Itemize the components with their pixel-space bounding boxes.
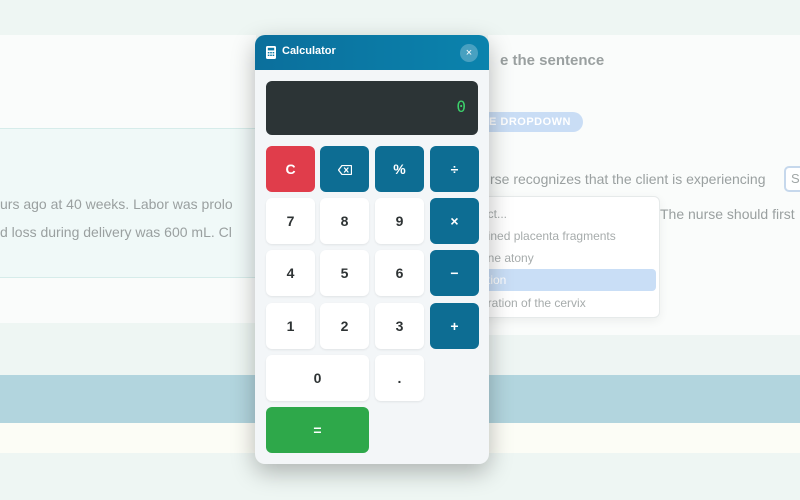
- dropdown-option[interactable]: rine atony: [471, 247, 656, 269]
- dropdown-option[interactable]: eration of the cervix: [471, 292, 656, 314]
- answer-dropdown-menu: ect... ained placenta fragments rine ato…: [470, 196, 660, 318]
- left-header-panel: [0, 35, 256, 128]
- question-type-badge: E DROPDOWN: [485, 112, 583, 132]
- divide-button[interactable]: ÷: [430, 146, 479, 192]
- dropdown-option[interactable]: ect...: [471, 203, 656, 225]
- equals-button[interactable]: =: [266, 407, 369, 453]
- dropdown-option-selected[interactable]: ction: [471, 269, 656, 291]
- display-value: 0: [456, 97, 466, 116]
- digit-1-button[interactable]: 1: [266, 303, 315, 349]
- calculator-title: Calculator: [282, 45, 336, 57]
- decimal-button[interactable]: .: [375, 355, 424, 401]
- answer-select[interactable]: S: [784, 166, 800, 192]
- question-sentence-part2: The nurse should first: [660, 206, 795, 222]
- digit-5-button[interactable]: 5: [320, 250, 369, 296]
- percent-button[interactable]: %: [375, 146, 424, 192]
- calculator-display: 0: [266, 81, 478, 135]
- clear-button[interactable]: C: [266, 146, 315, 192]
- digit-2-button[interactable]: 2: [320, 303, 369, 349]
- dropdown-option[interactable]: ained placenta fragments: [471, 225, 656, 247]
- case-passage-text: urs ago at 40 weeks. Labor was prolo d l…: [0, 190, 256, 246]
- backspace-icon: [337, 165, 352, 176]
- plus-button[interactable]: +: [430, 303, 479, 349]
- question-sentence-part1: rse recognizes that the client is experi…: [490, 171, 766, 187]
- left-panel-row: [0, 278, 256, 323]
- passage-line: urs ago at 40 weeks. Labor was prolo: [0, 196, 233, 212]
- digit-3-button[interactable]: 3: [375, 303, 424, 349]
- calculator-header[interactable]: Calculator ×: [255, 35, 489, 70]
- multiply-button[interactable]: ×: [430, 198, 479, 244]
- passage-line: d loss during delivery was 600 mL. Cl: [0, 224, 232, 240]
- backspace-button[interactable]: [320, 146, 369, 192]
- digit-7-button[interactable]: 7: [266, 198, 315, 244]
- digit-6-button[interactable]: 6: [375, 250, 424, 296]
- question-title: e the sentence: [500, 52, 605, 69]
- digit-9-button[interactable]: 9: [375, 198, 424, 244]
- close-button[interactable]: ×: [460, 44, 478, 62]
- page-top-strip: [0, 0, 800, 35]
- calculator-icon: [266, 46, 276, 59]
- digit-0-button[interactable]: 0: [266, 355, 369, 401]
- minus-button[interactable]: −: [430, 250, 479, 296]
- left-panel-row-alt: [0, 323, 256, 375]
- digit-4-button[interactable]: 4: [266, 250, 315, 296]
- calculator-window: Calculator × 0 C % ÷ 7 8 9 × 4 5 6 − 1 2…: [255, 35, 489, 464]
- digit-8-button[interactable]: 8: [320, 198, 369, 244]
